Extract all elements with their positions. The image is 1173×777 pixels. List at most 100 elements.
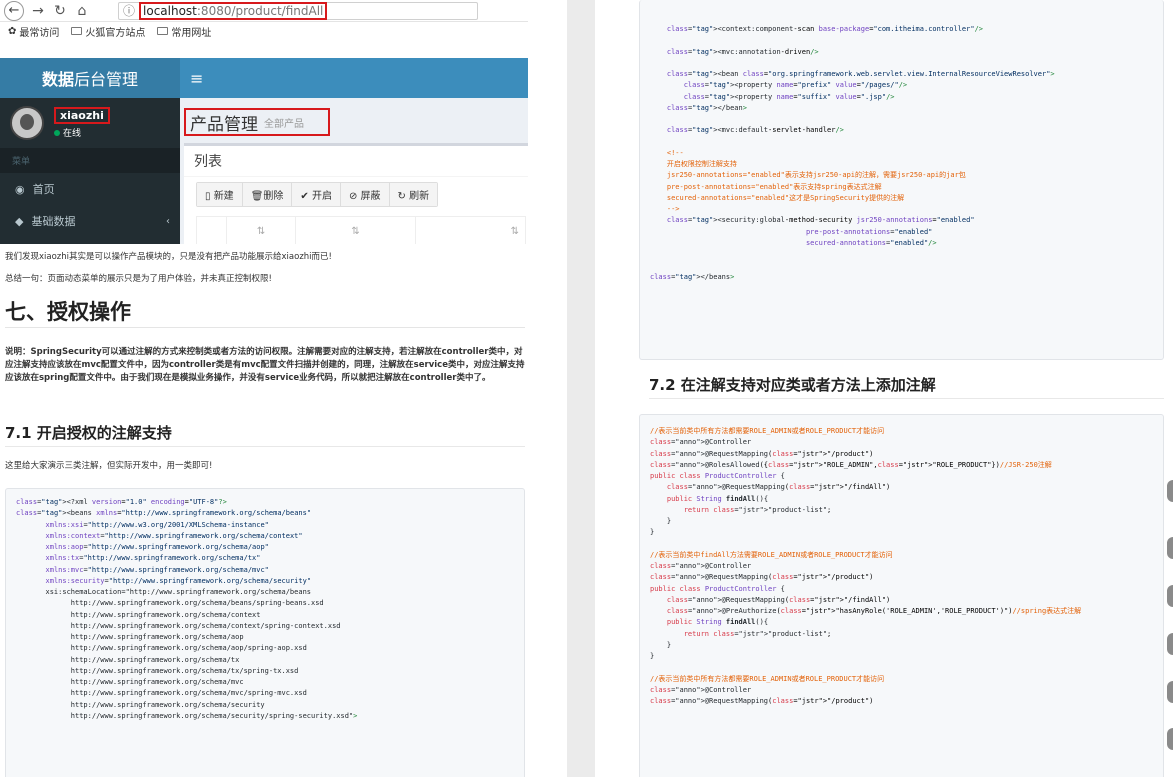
code-line: } [650, 528, 655, 537]
code-line: class="anno">@Controller [650, 438, 752, 447]
home-icon[interactable]: ⌂ [74, 3, 90, 19]
code-line: xmlns:tx="http://www.springframework.org… [45, 554, 261, 563]
cube-icon: ◆ [15, 214, 24, 228]
code-line: class="tag"><beans xmlns="http://www.spr… [16, 509, 312, 518]
code-line: public class ProductController { [650, 472, 785, 480]
code-line: xmlns:xsi="http://www.w3.org/2001/XMLSch… [45, 520, 269, 529]
code-line: http://www.springframework.org/schema/ao… [16, 644, 307, 653]
code-line: http://www.springframework.org/schema/tx… [16, 666, 299, 675]
bookmarks-bar: ✿ 最常访问 火狐官方站点 常用网址 [0, 22, 528, 40]
code-line: http://www.springframework.org/schema/co… [16, 621, 341, 630]
code-line: http://www.springframework.org/schema/mv… [16, 678, 244, 686]
code-line: //表示当前类中findAll方法需要ROLE_ADMIN或者ROLE_PROD… [650, 550, 893, 559]
reload-icon[interactable]: ↻ [52, 3, 68, 19]
refresh-icon: ↻ [397, 191, 410, 202]
sidebar-item-base-data[interactable]: ◆ 基础数据 ‹ [0, 205, 180, 237]
scroll-marker[interactable] [1167, 480, 1173, 502]
code-line: public class ProductController { [650, 584, 785, 593]
code-line: class="tag"><property name="prefix" valu… [683, 81, 908, 90]
table-header-cell[interactable] [197, 217, 227, 244]
code-line: <!-- [650, 148, 684, 157]
code-line: --> [650, 205, 680, 213]
code-line: xsi:schemaLocation="http://www.springfra… [16, 588, 312, 596]
list-box: 列表 ▯ 新建 🗑删除 ✔ 开启 ⊘ 屏蔽 ↻ 刷新 ⇅ ⇅ ⇅ [184, 143, 528, 244]
code-line: class="anno">@RequestMapping(class="jstr… [650, 449, 874, 458]
code-line: jsr250-annotations="enabled"表示支持jsr250-a… [650, 171, 966, 180]
bookmark-most-visited[interactable]: ✿ 最常访问 [8, 24, 59, 39]
code-line: } [650, 652, 655, 660]
code-line: http://www.springframework.org/schema/co… [16, 610, 261, 619]
code-line: class="tag"><bean class="org.springframe… [666, 70, 1055, 78]
code-line: class="anno">@Controller [650, 685, 752, 694]
code-line: pre-post-annotations="enabled"表示支持spring… [650, 182, 882, 191]
sort-icon[interactable]: ⇅ [416, 217, 525, 244]
code-line: class="tag"><mvc:annotation-driven/> [666, 47, 819, 56]
admin-logo[interactable]: 数据 后台管理 [0, 58, 180, 98]
subsection-heading: 7.2 在注解支持对应类或者方法上添加注解 [649, 376, 936, 394]
chevron-left-icon: ‹ [166, 215, 170, 227]
menu-toggle-icon[interactable]: ≡ [190, 69, 203, 88]
code-line: public String findAll(){ [666, 618, 769, 627]
admin-content: 产品管理 全部产品 列表 ▯ 新建 🗑删除 ✔ 开启 ⊘ 屏蔽 ↻ 刷新 ⇅ ⇅… [180, 98, 528, 244]
scroll-marker[interactable] [1167, 585, 1173, 607]
forward-arrow-icon[interactable]: → [30, 3, 46, 19]
folder-icon [157, 27, 169, 35]
code-line: public String findAll(){ [666, 494, 769, 503]
url-path: :8080/product/findAll [196, 3, 324, 18]
scroll-marker[interactable] [1167, 537, 1173, 559]
code-line: http://www.springframework.org/schema/mv… [16, 689, 307, 698]
scroll-marker[interactable] [1167, 633, 1173, 655]
check-icon: ✔ [300, 191, 312, 202]
code-line: } [650, 517, 672, 525]
dashboard-icon: ◉ [15, 182, 25, 196]
code-line: class="tag"><security:global-method-secu… [666, 216, 975, 225]
refresh-button[interactable]: ↻ 刷新 [389, 183, 438, 206]
scroll-marker[interactable] [1167, 681, 1173, 703]
ban-icon: ⊘ [348, 191, 361, 202]
scroll-marker[interactable] [1167, 728, 1173, 750]
sidebar-item-home[interactable]: ◉ 首页 [0, 173, 180, 205]
url-highlight: localhost:8080/product/findAll [139, 1, 328, 20]
divider [5, 327, 525, 328]
new-button[interactable]: ▯ 新建 [197, 183, 243, 206]
code-line: return class="jstr">"product-list"; [683, 505, 832, 514]
code-line: class="anno">@RequestMapping(class="jstr… [650, 697, 874, 705]
back-arrow-icon[interactable]: ← [4, 0, 24, 21]
code-line: class="tag"><mvc:default-servlet-handler… [666, 126, 844, 135]
table-header: ⇅ ⇅ ⇅ [196, 216, 526, 244]
browser-navbar: ← → ↻ ⌂ ⓘ localhost:8080/product/findAll [0, 0, 528, 22]
delete-button[interactable]: 🗑删除 [242, 183, 293, 206]
block-button[interactable]: ⊘ 屏蔽 [340, 183, 390, 206]
code-line: xmlns:security="http://www.springframewo… [45, 576, 312, 585]
sort-icon[interactable]: ⇅ [227, 217, 297, 244]
sort-icon[interactable]: ⇅ [296, 217, 416, 244]
code-line: class="anno">@PreAuthorize(class="jstr">… [666, 607, 1082, 615]
paragraph: 这里给大家演示三类注解，但实际开发中，用一类即可! [5, 461, 213, 471]
enable-button[interactable]: ✔ 开启 [292, 183, 341, 206]
code-line: http://www.springframework.org/schema/se… [16, 700, 265, 709]
code-line: return class="jstr">"product-list"; [683, 629, 832, 638]
left-document-page: ← → ↻ ⌂ ⓘ localhost:8080/product/findAll… [0, 0, 567, 777]
avatar [10, 106, 44, 140]
url-host: localhost [143, 3, 197, 18]
note-paragraph: 说明：SpringSecurity可以通过注解的方式来控制类或者方法的访问权限。… [5, 347, 525, 383]
code-line: class="anno">@RequestMapping(class="jstr… [666, 595, 891, 604]
code-line: http://www.springframework.org/schema/tx [16, 655, 240, 664]
code-line: xmlns:aop="http://www.springframework.or… [45, 543, 269, 551]
admin-topbar: ≡ [180, 58, 528, 98]
folder-icon [71, 27, 83, 35]
bookmark-common-sites[interactable]: 常用网址 [157, 24, 211, 39]
code-line: http://www.springframework.org/schema/se… [16, 711, 358, 720]
user-status: 在线 [54, 126, 110, 139]
code-line: class="tag"></beans> [650, 272, 735, 281]
bookmark-firefox-sites[interactable]: 火狐官方站点 [71, 24, 145, 39]
code-line: class="tag"><context:component-scan base… [666, 25, 983, 33]
address-bar[interactable]: ⓘ localhost:8080/product/findAll [118, 1, 478, 20]
subsection-heading: 7.1 开启授权的注解支持 [5, 424, 172, 442]
code-line: class="anno">@RolesAllowed({class="jstr"… [650, 460, 1052, 469]
code-line: //表示当前类中所有方法都需要ROLE_ADMIN或者ROLE_PRODUCT才… [650, 674, 885, 683]
